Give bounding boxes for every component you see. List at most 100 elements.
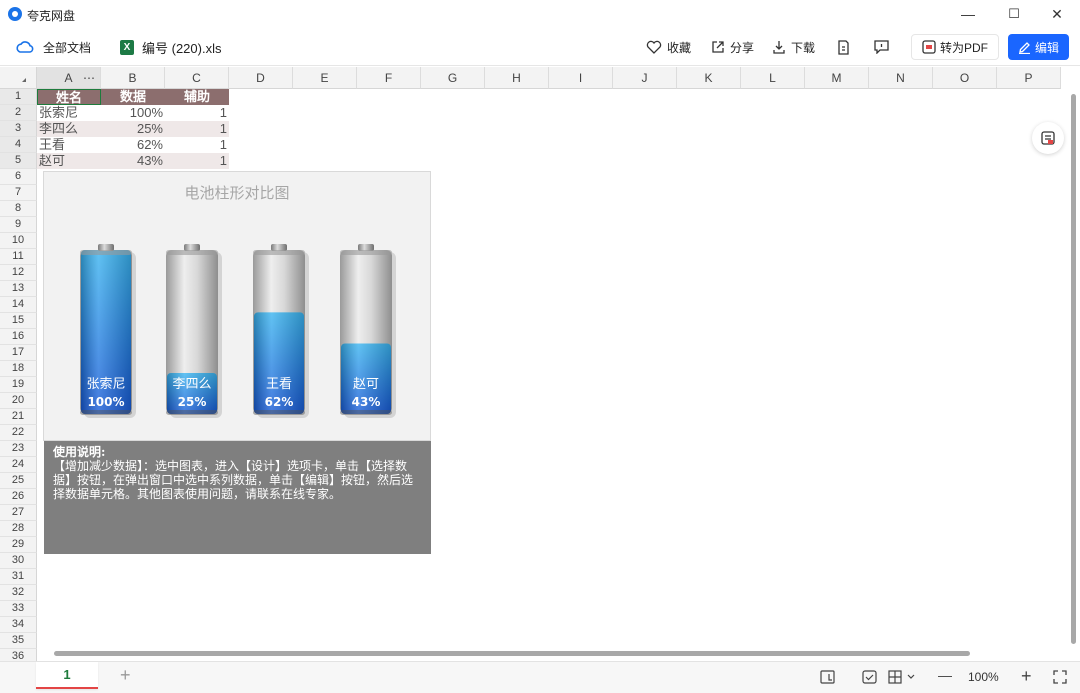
row-header-12[interactable]: 12 <box>0 265 37 281</box>
row-header-31[interactable]: 31 <box>0 569 37 585</box>
column-header-e[interactable]: E <box>293 67 357 89</box>
battery-value-label: 100% <box>87 395 124 409</box>
battery-chart[interactable]: 电池柱形对比图 张索尼 100% 李四么 25% 王看 62% 赵可 43% <box>43 171 431 441</box>
column-header-l[interactable]: L <box>741 67 805 89</box>
share-button[interactable]: 分享 <box>711 37 754 57</box>
row-header-23[interactable]: 23 <box>0 441 37 457</box>
fullscreen-icon[interactable] <box>1053 670 1067 687</box>
row-header-16[interactable]: 16 <box>0 329 37 345</box>
row-header-36[interactable]: 36 <box>0 649 37 661</box>
row-header-15[interactable]: 15 <box>0 313 37 329</box>
convert-pdf-button[interactable]: 转为PDF <box>911 34 1000 60</box>
row-header-19[interactable]: 19 <box>0 377 37 393</box>
column-more-icon[interactable]: ⋯ <box>83 67 95 89</box>
battery-cap <box>184 244 200 251</box>
column-header-m[interactable]: M <box>805 67 869 89</box>
export-button[interactable] <box>837 37 855 57</box>
comment-icon <box>874 40 889 54</box>
row-header-25[interactable]: 25 <box>0 473 37 489</box>
header-cell-value[interactable]: 数据 <box>101 89 165 105</box>
row-header-1[interactable]: 1 <box>0 89 37 105</box>
table-cell-name[interactable]: 王看 <box>37 137 101 153</box>
row-header-32[interactable]: 32 <box>0 585 37 601</box>
maximize-button[interactable]: ☐ <box>991 0 1037 28</box>
column-header-d[interactable]: D <box>229 67 293 89</box>
minimize-button[interactable]: — <box>945 0 991 28</box>
zoom-level[interactable]: 100% <box>968 670 999 684</box>
select-all-corner[interactable] <box>0 67 37 89</box>
row-header-22[interactable]: 22 <box>0 425 37 441</box>
table-cell-value[interactable]: 100% <box>101 105 165 121</box>
battery-bottom-ring <box>166 410 218 415</box>
row-header-10[interactable]: 10 <box>0 233 37 249</box>
row-header-34[interactable]: 34 <box>0 617 37 633</box>
column-header-n[interactable]: N <box>869 67 933 89</box>
column-header-j[interactable]: J <box>613 67 677 89</box>
comment-button[interactable] <box>874 37 894 57</box>
row-header-33[interactable]: 33 <box>0 601 37 617</box>
row-header-11[interactable]: 11 <box>0 249 37 265</box>
row-header-5[interactable]: 5 <box>0 153 37 169</box>
column-header-b[interactable]: B <box>101 67 165 89</box>
vertical-scroll-thumb[interactable] <box>1071 94 1076 644</box>
convert-pdf-label: 转为PDF <box>940 40 989 55</box>
floating-tool-button[interactable] <box>1032 122 1064 154</box>
column-header-h[interactable]: H <box>485 67 549 89</box>
all-docs-button[interactable]: 全部文档 <box>16 37 91 57</box>
row-header-30[interactable]: 30 <box>0 553 37 569</box>
column-header-i[interactable]: I <box>549 67 613 89</box>
row-header-14[interactable]: 14 <box>0 297 37 313</box>
row-header-9[interactable]: 9 <box>0 217 37 233</box>
row-header-28[interactable]: 28 <box>0 521 37 537</box>
column-header-c[interactable]: C <box>165 67 229 89</box>
zoom-out-button[interactable]: — <box>938 667 952 683</box>
table-cell-value[interactable]: 43% <box>101 153 165 169</box>
row-header-35[interactable]: 35 <box>0 633 37 649</box>
row-header-18[interactable]: 18 <box>0 361 37 377</box>
table-cell-name[interactable]: 张索尼 <box>37 105 101 121</box>
table-cell-aux[interactable]: 1 <box>165 153 229 169</box>
battery-cap <box>271 244 287 251</box>
table-cell-value[interactable]: 25% <box>101 121 165 137</box>
row-header-17[interactable]: 17 <box>0 345 37 361</box>
spreadsheet[interactable]: A ⋯ B C D E F G H I J K L M N O P 1 2 3 4 5 6 7 8 9 10 11 12 13 14 15 1… <box>0 67 1080 661</box>
row-header-2[interactable]: 2 <box>0 105 37 121</box>
column-header-f[interactable]: F <box>357 67 421 89</box>
row-header-4[interactable]: 4 <box>0 137 37 153</box>
table-cell-aux[interactable]: 1 <box>165 121 229 137</box>
header-cell-aux[interactable]: 辅助 <box>165 89 229 105</box>
page-view-icon[interactable] <box>820 670 835 687</box>
sheet-tab-1[interactable]: 1 <box>36 662 98 689</box>
row-header-27[interactable]: 27 <box>0 505 37 521</box>
table-cell-value[interactable]: 62% <box>101 137 165 153</box>
check-view-icon[interactable] <box>862 670 877 687</box>
favorite-button[interactable]: 收藏 <box>646 37 691 57</box>
column-header-k[interactable]: K <box>677 67 741 89</box>
freeze-pane-icon[interactable] <box>888 670 916 687</box>
table-cell-name[interactable]: 李四么 <box>37 121 101 137</box>
row-header-29[interactable]: 29 <box>0 537 37 553</box>
table-cell-name[interactable]: 赵可 <box>37 153 101 169</box>
download-button[interactable]: 下载 <box>772 37 815 57</box>
row-header-8[interactable]: 8 <box>0 201 37 217</box>
row-header-26[interactable]: 26 <box>0 489 37 505</box>
header-cell-name[interactable]: 姓名 <box>37 89 101 105</box>
row-header-13[interactable]: 13 <box>0 281 37 297</box>
zoom-in-button[interactable]: + <box>1021 666 1032 687</box>
column-header-p[interactable]: P <box>997 67 1061 89</box>
table-cell-aux[interactable]: 1 <box>165 105 229 121</box>
table-cell-aux[interactable]: 1 <box>165 137 229 153</box>
row-header-24[interactable]: 24 <box>0 457 37 473</box>
edit-button[interactable]: 编辑 <box>1008 34 1069 60</box>
row-header-21[interactable]: 21 <box>0 409 37 425</box>
column-header-g[interactable]: G <box>421 67 485 89</box>
row-header-3[interactable]: 3 <box>0 121 37 137</box>
row-header-7[interactable]: 7 <box>0 185 37 201</box>
row-header-20[interactable]: 20 <box>0 393 37 409</box>
add-sheet-button[interactable]: + <box>120 665 131 686</box>
column-header-o[interactable]: O <box>933 67 997 89</box>
horizontal-scroll-thumb[interactable] <box>54 651 970 656</box>
row-header-6[interactable]: 6 <box>0 169 37 185</box>
close-button[interactable]: ✕ <box>1034 0 1080 28</box>
column-header-a[interactable]: A ⋯ <box>37 67 101 89</box>
